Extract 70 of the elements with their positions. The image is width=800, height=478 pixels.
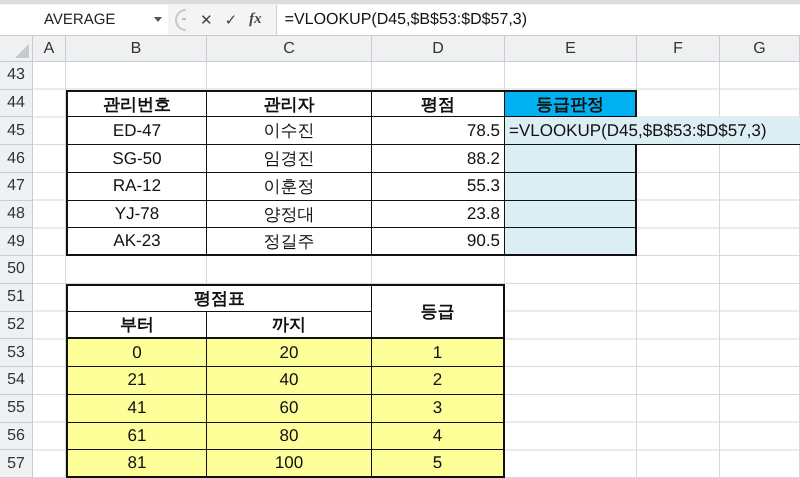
header-cell: 등급판정 xyxy=(505,90,637,118)
row-header[interactable]: 47 xyxy=(0,172,33,201)
row-header[interactable]: 46 xyxy=(0,145,33,173)
header-cell: 까지 xyxy=(207,312,372,340)
table-cell: RA-12 xyxy=(66,172,207,201)
column-header[interactable]: A xyxy=(33,36,66,62)
table-cell: YJ-78 xyxy=(66,200,207,228)
row-header[interactable]: 56 xyxy=(0,422,33,450)
row-header[interactable]: 53 xyxy=(0,339,33,368)
table-cell: SG-50 xyxy=(66,145,207,173)
corner-triangle-icon xyxy=(15,44,29,58)
column-header[interactable]: D xyxy=(372,36,505,62)
name-box[interactable]: AVERAGE xyxy=(0,4,168,34)
column-header[interactable]: G xyxy=(720,36,800,62)
header-cell: 평점 xyxy=(372,90,505,118)
column-header[interactable]: F xyxy=(637,36,720,62)
header-cell: 부터 xyxy=(66,312,207,340)
table-cell: 23.8 xyxy=(372,200,505,228)
row-header[interactable]: 48 xyxy=(0,200,33,228)
row-header[interactable]: 54 xyxy=(0,367,33,395)
table-cell: 4 xyxy=(372,422,505,450)
cancel-button[interactable]: ✕ xyxy=(200,10,213,28)
header-cell: 등급 xyxy=(372,284,505,340)
table-cell: AK-23 xyxy=(66,228,207,256)
table-cell: 2 xyxy=(372,367,505,395)
table-cell: 이훈정 xyxy=(207,172,372,201)
dropdown-caret-icon[interactable] xyxy=(154,16,162,22)
enter-button[interactable]: ✓ xyxy=(224,10,238,28)
row-header[interactable]: 50 xyxy=(0,256,33,284)
header-cell: 관리번호 xyxy=(66,90,207,118)
row-header[interactable]: 49 xyxy=(0,228,33,256)
row-header[interactable]: 43 xyxy=(0,62,33,90)
table-cell: 1 xyxy=(372,339,505,368)
table-cell: 40 xyxy=(207,367,372,395)
table-cell: 이수진 xyxy=(207,117,372,146)
table-cell: 21 xyxy=(66,367,207,395)
table-cell: 20 xyxy=(207,339,372,368)
row-header[interactable]: 52 xyxy=(0,312,33,340)
header-cell: 평점표 xyxy=(66,284,372,312)
insert-function-button[interactable]: fx xyxy=(249,11,262,28)
resize-handle-icon[interactable] xyxy=(174,8,188,32)
row-header[interactable]: 51 xyxy=(0,284,33,312)
table-cell: 임경진 xyxy=(207,145,372,173)
table-cell: 90.5 xyxy=(372,228,505,256)
table-cell: 60 xyxy=(207,394,372,423)
table-cell: 5 xyxy=(372,450,505,478)
column-header[interactable]: B xyxy=(66,36,207,62)
table-cell: 양정대 xyxy=(207,200,372,228)
table-cell: 55.3 xyxy=(372,172,505,201)
table-cell: 61 xyxy=(66,422,207,450)
header-cell: 관리자 xyxy=(207,90,372,118)
formula-field[interactable]: =VLOOKUP(D45,$B$53:$D$57,3) xyxy=(276,4,800,34)
row-header[interactable]: 45 xyxy=(0,117,33,146)
formula-cell[interactable]: =VLOOKUP(D45,$B$53:$D$57,3) xyxy=(505,117,800,146)
select-all-corner[interactable] xyxy=(0,36,33,62)
table-cell: 0 xyxy=(66,339,207,368)
table-cell: 88.2 xyxy=(372,145,505,173)
table-cell: 80 xyxy=(207,422,372,450)
row-header[interactable]: 44 xyxy=(0,90,33,118)
row-header[interactable]: 55 xyxy=(0,394,33,423)
column-header[interactable]: E xyxy=(505,36,637,62)
table-cell: 78.5 xyxy=(372,117,505,146)
table-cell: 41 xyxy=(66,394,207,423)
table-cell: 3 xyxy=(372,394,505,423)
table-cell: 81 xyxy=(66,450,207,478)
row-header[interactable]: 57 xyxy=(0,450,33,478)
table-cell: ED-47 xyxy=(66,117,207,146)
column-header[interactable]: C xyxy=(207,36,372,62)
table-cell: 100 xyxy=(207,450,372,478)
table-cell: 정길주 xyxy=(207,228,372,256)
